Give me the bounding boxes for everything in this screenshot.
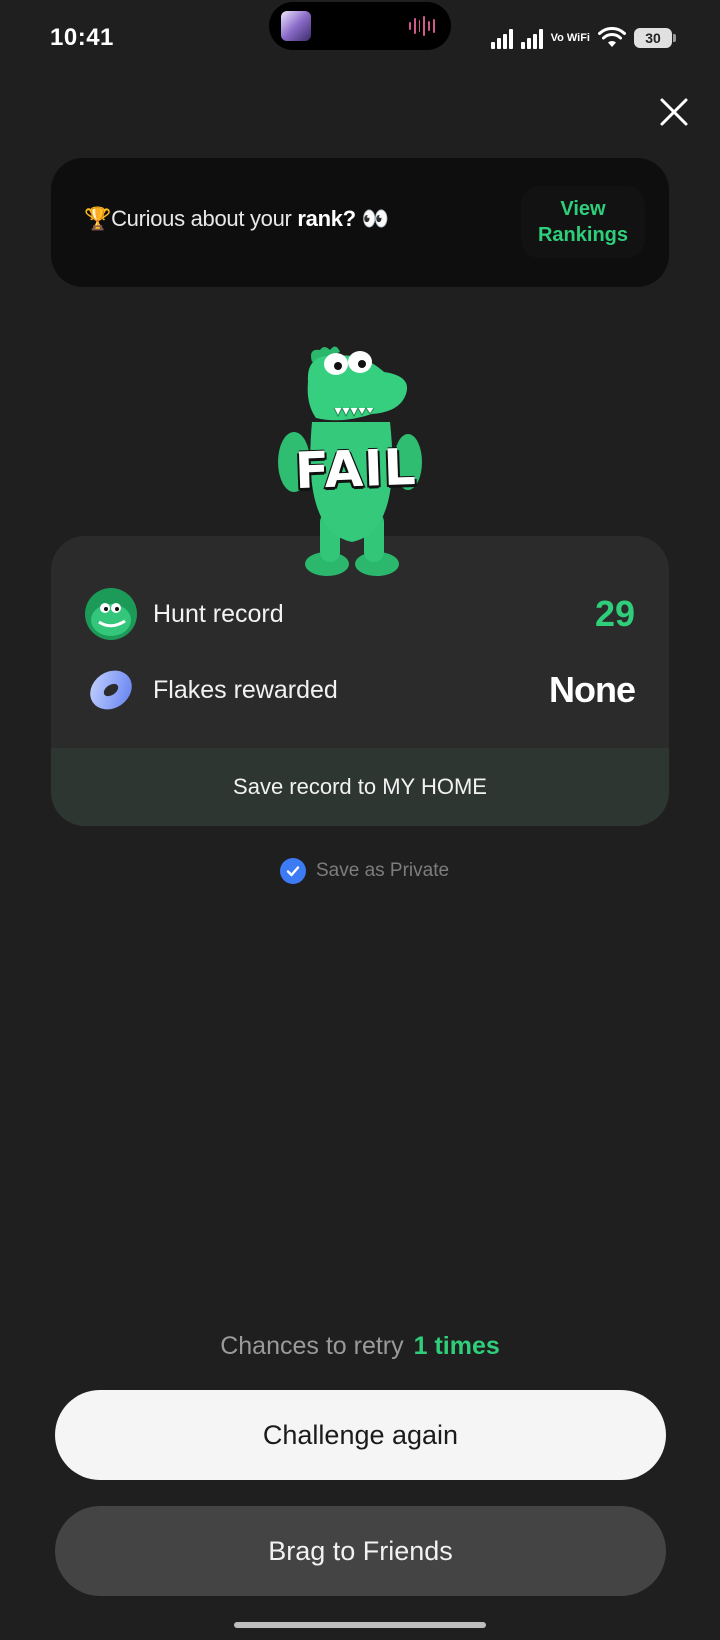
save-private-toggle[interactable]: Save as Private <box>280 858 449 884</box>
signal-icon-2 <box>520 27 543 49</box>
rank-prompt-highlight: rank? <box>297 206 356 231</box>
dynamic-island[interactable] <box>269 2 451 50</box>
checkmark-icon[interactable] <box>280 858 306 884</box>
flakes-label: Flakes rewarded <box>153 675 338 704</box>
rank-prompt: 🏆Curious about your rank? 👀 <box>84 206 389 232</box>
flakes-row: Flakes rewarded None <box>85 662 636 718</box>
view-rankings-label-2: Rankings <box>537 224 629 246</box>
battery-icon: 30 <box>634 28 676 48</box>
retry-info: Chances to retry 1 times <box>0 1332 720 1361</box>
view-rankings-label-1: View <box>560 198 606 220</box>
save-private-label: Save as Private <box>316 860 450 881</box>
hunt-record-row: Hunt record 29 <box>85 586 635 642</box>
flake-donut-icon <box>85 664 137 716</box>
status-icons: Vo WiFi 30 <box>490 22 676 54</box>
rank-banner: 🏆Curious about your rank? 👀 View Ranking… <box>51 158 669 287</box>
brag-to-friends-button[interactable]: Brag to Friends <box>55 1506 666 1596</box>
close-icon <box>660 98 688 126</box>
retry-label: Chances to retry <box>220 1332 404 1360</box>
save-to-home-button[interactable]: Save record to MY HOME <box>51 748 669 826</box>
status-bar: 10:41 Vo WiFi 30 <box>0 0 720 80</box>
battery-level: 30 <box>645 30 661 46</box>
view-rankings-button[interactable]: View Rankings <box>521 186 645 258</box>
retry-count: 1 times <box>413 1332 500 1360</box>
fail-label: FAIL <box>294 437 418 501</box>
mascot-avatar-icon <box>85 588 137 640</box>
close-button[interactable] <box>656 94 692 130</box>
vowifi-label: Vo WiFi <box>550 31 590 44</box>
hunt-record-label: Hunt record <box>153 599 284 628</box>
wifi-icon <box>598 27 626 47</box>
media-thumbnail-icon <box>281 11 311 41</box>
hunt-record-value: 29 <box>594 593 635 634</box>
audio-wave-icon <box>409 16 435 36</box>
status-time: 10:41 <box>50 24 114 51</box>
rank-prompt-prefix: 🏆Curious about your <box>84 206 298 231</box>
flakes-value: None <box>549 669 636 710</box>
challenge-again-button[interactable]: Challenge again <box>55 1390 666 1480</box>
signal-icon <box>490 27 513 49</box>
home-indicator[interactable] <box>234 1622 486 1628</box>
rank-prompt-suffix: 👀 <box>355 206 389 231</box>
